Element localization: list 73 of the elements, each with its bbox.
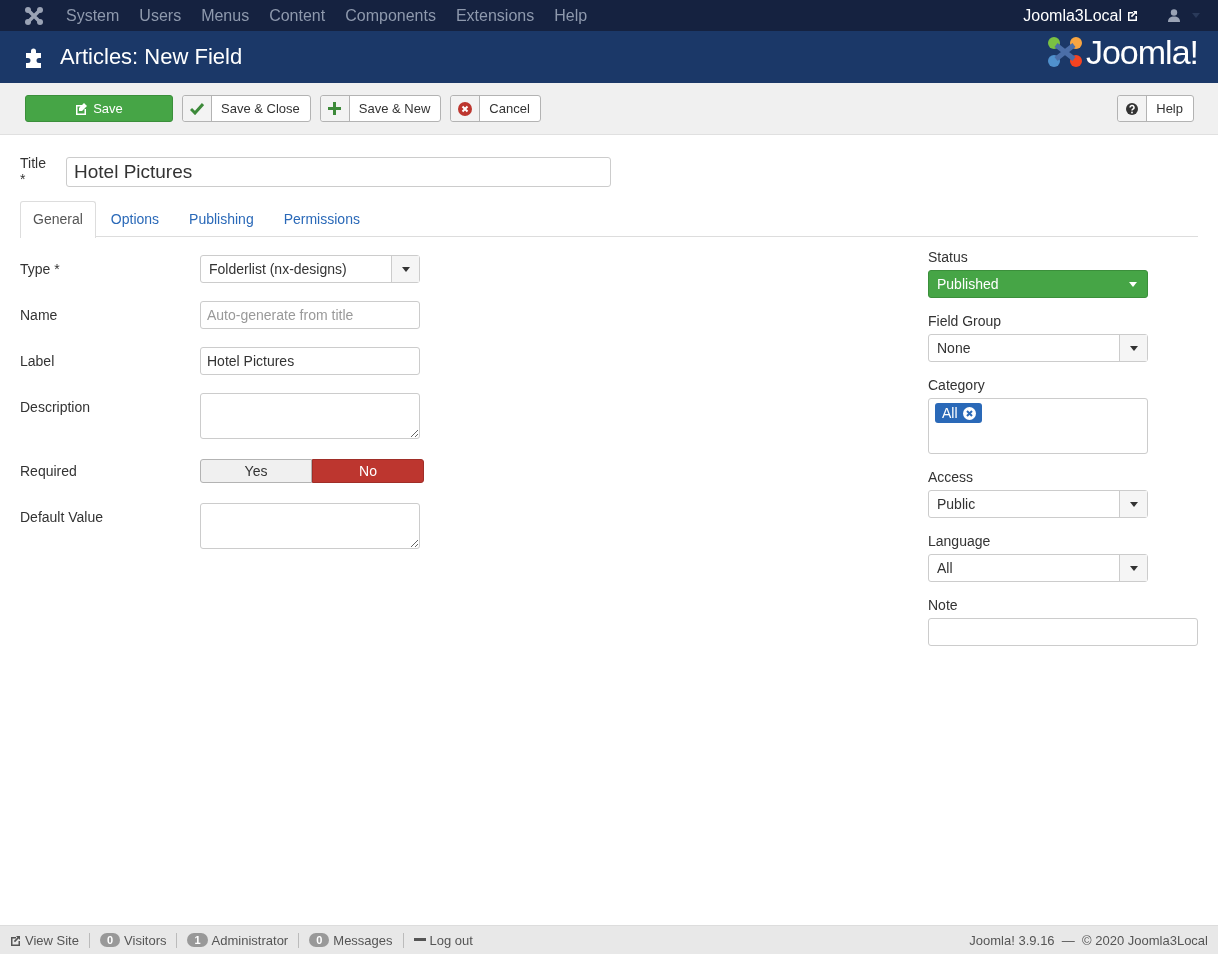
menu-item[interactable]: Help [544, 6, 598, 25]
title-field[interactable]: Hotel Pictures [66, 157, 611, 187]
menu-item[interactable]: Components [335, 6, 446, 25]
external-link-icon [10, 934, 21, 946]
field-label: Language [928, 533, 991, 549]
status-item[interactable]: 1 Administrator [187, 932, 289, 948]
status-item[interactable]: 0 Visitors [99, 932, 167, 948]
check-icon [190, 102, 204, 115]
toolbar-button[interactable]: Cancel [450, 95, 541, 122]
footer-link[interactable]: View Site [10, 932, 79, 948]
dropdown[interactable]: None [928, 334, 1148, 362]
field-label: Access [928, 469, 974, 485]
menu-item[interactable]: Extensions [445, 6, 545, 25]
field-label: Description [20, 398, 92, 417]
tag-field[interactable]: All [928, 398, 1148, 454]
caret-icon [1129, 281, 1137, 287]
user-icon [1168, 9, 1180, 22]
site-link[interactable]: Joomla3Local [1023, 6, 1138, 25]
dropdown[interactable]: Folderlist (nx-designs) [200, 255, 420, 283]
count-badge: 0 [309, 933, 330, 947]
caret-icon [1129, 565, 1138, 571]
toolbar-button[interactable]: Save & Close [182, 95, 311, 122]
footer-link[interactable]: Log out [413, 932, 473, 948]
toolbar-button[interactable]: Save & New [319, 95, 442, 122]
joomla-logo-icon [1045, 35, 1084, 69]
tab[interactable]: General [20, 201, 96, 238]
page-title: Articles: New Field [60, 44, 243, 70]
footer-copyright: Joomla! 3.9.16 — © 2020 Joomla3Local [969, 932, 1208, 948]
tab[interactable]: Options [95, 201, 175, 237]
field-label: Label [20, 352, 56, 371]
field-label: Name [20, 306, 59, 325]
text-area[interactable] [200, 393, 420, 439]
caret-icon [1129, 345, 1138, 351]
caret-icon [401, 266, 410, 272]
question-icon [1126, 102, 1139, 115]
field-label: Required [20, 462, 78, 481]
input-field[interactable]: Auto-generate from title [200, 301, 420, 329]
menu-item[interactable]: Users [129, 6, 192, 25]
status-item[interactable]: 0 Messages [309, 932, 393, 948]
count-badge: 1 [187, 933, 208, 947]
field-label: Status [928, 249, 968, 265]
menu-item[interactable]: Menus [191, 6, 260, 25]
tab[interactable]: Permissions [268, 201, 375, 237]
count-badge: 0 [99, 933, 121, 947]
user-menu[interactable] [1168, 9, 1200, 22]
tab[interactable]: Publishing [174, 201, 269, 237]
menu-item[interactable]: Content [259, 6, 336, 25]
remove-icon [962, 406, 976, 420]
toggle-option[interactable]: Yes [200, 459, 312, 483]
edit-icon [75, 102, 88, 115]
joomla-logo-icon [24, 5, 44, 26]
dropdown[interactable]: Public [928, 490, 1148, 518]
field-label: Title * [20, 154, 47, 187]
text-area[interactable] [200, 503, 420, 549]
input-field[interactable]: Hotel Pictures [200, 347, 420, 375]
help-button[interactable]: Help [1117, 95, 1194, 122]
field-label: Note [928, 597, 958, 613]
input-field[interactable] [928, 618, 1198, 646]
tag-chip[interactable]: All [935, 403, 982, 423]
joomla-logo-text: Joomla! [1085, 32, 1198, 72]
field-label: Category [928, 377, 985, 393]
field-label: Field Group [928, 313, 1002, 329]
caret-icon [1129, 501, 1138, 507]
minus-icon [413, 938, 426, 942]
toggle-option[interactable]: No [312, 459, 424, 483]
menu-item[interactable]: System [56, 6, 130, 25]
caret-icon [1192, 13, 1200, 18]
field-label: Type * [20, 260, 61, 279]
field-label: Default Value [20, 508, 104, 527]
external-link-icon [1127, 10, 1138, 21]
plus-icon [328, 102, 342, 115]
cancel-icon [458, 101, 473, 116]
dropdown[interactable]: All [928, 554, 1148, 582]
